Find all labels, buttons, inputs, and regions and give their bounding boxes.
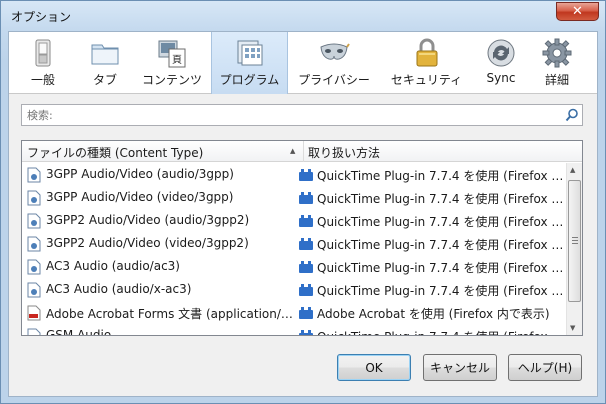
window-title: オプション	[11, 10, 72, 24]
list-item[interactable]: 3GPP Audio/Video (video/3gpp) QuickTime …	[22, 186, 567, 209]
search-input[interactable]	[25, 106, 555, 124]
column-divider[interactable]	[303, 141, 304, 162]
column-header-content-type[interactable]: ファイルの種類 (Content Type)	[27, 144, 203, 161]
content-type-cell: 3GPP Audio/Video (audio/3gpp)	[46, 167, 234, 181]
scrollbar-thumb[interactable]	[568, 180, 581, 302]
privacy-mask-icon	[320, 43, 350, 60]
media-file-icon	[27, 236, 41, 252]
media-file-icon	[27, 167, 41, 183]
media-file-icon	[27, 213, 41, 229]
list-rows: 3GPP Audio/Video (audio/3gpp) QuickTime …	[22, 163, 567, 336]
plugin-icon	[299, 169, 313, 181]
content-type-cell: 3GPP2 Audio/Video (audio/3gpp2)	[46, 213, 250, 227]
help-button[interactable]: ヘルプ(H)	[508, 354, 582, 381]
tab-label: セキュリティ	[390, 73, 463, 87]
svg-text:頁: 頁	[172, 54, 182, 66]
list-item[interactable]: 3GPP2 Audio/Video (video/3gpp2) QuickTim…	[22, 232, 567, 255]
sync-icon	[487, 39, 515, 67]
padlock-icon	[416, 38, 437, 67]
content-type-cell: 3GPP2 Audio/Video (video/3gpp2)	[46, 236, 249, 250]
action-cell: QuickTime Plug-in 7.7.4 を使用 (Firefox 内で表…	[317, 192, 565, 206]
scroll-up-arrow-icon[interactable]: ▲	[570, 166, 575, 174]
vertical-scrollbar[interactable]: ▲ ▼	[566, 163, 582, 335]
tab-privacy[interactable]: プライバシー	[288, 32, 380, 94]
plugin-icon	[299, 284, 313, 296]
tab-content[interactable]: 頁 コンテンツ	[133, 32, 211, 94]
tab-label: プライバシー	[298, 73, 370, 87]
action-cell: Adobe Acrobat を使用 (Firefox 内で表示)	[317, 307, 550, 321]
tab-label: コンテンツ	[141, 73, 202, 87]
column-header-action[interactable]: 取り扱い方法	[308, 144, 380, 161]
pane-toolbar: 一般 タブ 頁 コンテンツ プログラム プライバシー セキュリティ Sync 詳…	[9, 32, 597, 94]
tab-folder-icon	[91, 44, 119, 65]
list-item[interactable]: AC3 Audio (audio/ac3) QuickTime Plug-in …	[22, 255, 567, 278]
list-item[interactable]: 3GPP Audio/Video (audio/3gpp) QuickTime …	[22, 163, 567, 186]
action-cell: QuickTime Plug-in 7.7.4 を使用 (Firefox 内で表…	[317, 169, 565, 183]
title-bar[interactable]: オプション ✕	[1, 1, 605, 31]
list-item[interactable]: Adobe Acrobat Forms 文書 (application/vnd.…	[22, 301, 567, 324]
plugin-icon	[299, 307, 313, 319]
content-type-list[interactable]: ファイルの種類 (Content Type) ▲ 取り扱い方法 3GPP Aud…	[21, 140, 583, 336]
options-dialog: オプション ✕ 一般 タブ 頁 コンテンツ プログラム プライバシー セキュリテ…	[0, 0, 606, 404]
content-icon: 頁	[158, 40, 186, 68]
tab-security[interactable]: セキュリティ	[380, 32, 473, 94]
list-header: ファイルの種類 (Content Type) ▲ 取り扱い方法	[22, 141, 582, 162]
close-button[interactable]: ✕	[556, 2, 599, 21]
ok-button[interactable]: OK	[337, 354, 411, 381]
dialog-body: 一般 タブ 頁 コンテンツ プログラム プライバシー セキュリティ Sync 詳…	[8, 31, 598, 397]
action-cell: QuickTime Plug-in 7.7.4 を使用 (Firefox 内で表…	[317, 215, 565, 229]
action-cell: QuickTime Plug-in 7.7.4 を使用 (Firefox 内で表…	[317, 284, 565, 298]
sort-ascending-icon: ▲	[290, 147, 296, 155]
media-file-icon	[27, 190, 41, 206]
close-icon: ✕	[572, 4, 583, 19]
tab-label: プログラム	[219, 73, 280, 87]
pdf-file-icon	[27, 305, 41, 321]
scroll-down-arrow-icon[interactable]: ▼	[570, 324, 575, 332]
applications-icon	[237, 40, 262, 66]
plugin-icon	[299, 215, 313, 227]
content-type-cell: AC3 Audio (audio/ac3)	[46, 259, 180, 273]
action-cell: QuickTime Plug-in 7.7.4 を使用 (Firefox 内で表…	[317, 261, 565, 275]
list-item[interactable]: AC3 Audio (audio/x-ac3) QuickTime Plug-i…	[22, 278, 567, 301]
tab-label: Sync	[486, 71, 516, 85]
action-cell: QuickTime Plug-in 7.7.4 を使用 (Firefox 内で表…	[317, 328, 565, 335]
tab-general[interactable]: 一般	[9, 32, 77, 94]
action-cell: QuickTime Plug-in 7.7.4 を使用 (Firefox 内で表…	[317, 238, 565, 252]
plugin-icon	[299, 330, 313, 335]
tab-label: 詳細	[544, 73, 569, 87]
content-type-cell: 3GPP Audio/Video (video/3gpp)	[46, 190, 234, 204]
thumb-grip	[572, 243, 578, 244]
gear-icon	[542, 38, 572, 68]
cancel-button[interactable]: キャンセル	[423, 354, 497, 381]
switch-icon	[35, 39, 51, 67]
media-file-icon	[27, 282, 41, 298]
content-type-cell: AC3 Audio (audio/x-ac3)	[46, 282, 192, 296]
search-icon[interactable]	[565, 108, 579, 122]
tab-label: 一般	[30, 73, 55, 87]
thumb-grip	[572, 237, 578, 238]
search-box	[21, 104, 583, 126]
thumb-grip	[572, 240, 578, 241]
plugin-icon	[299, 238, 313, 250]
tab-applications[interactable]: プログラム	[211, 32, 288, 94]
tab-tabs[interactable]: タブ	[77, 32, 133, 94]
list-item[interactable]: 3GPP2 Audio/Video (audio/3gpp2) QuickTim…	[22, 209, 567, 232]
plugin-icon	[299, 261, 313, 273]
list-item[interactable]: GSM Audio QuickTime Plug-in 7.7.4 を使用 (F…	[22, 324, 567, 336]
media-file-icon	[27, 259, 41, 275]
tab-sync[interactable]: Sync	[473, 32, 529, 94]
plugin-icon	[299, 192, 313, 204]
content-type-cell: GSM Audio	[46, 328, 112, 336]
tab-advanced[interactable]: 詳細	[529, 32, 585, 94]
media-file-icon	[27, 328, 41, 335]
content-type-cell: Adobe Acrobat Forms 文書 (application/vnd.…	[46, 307, 294, 321]
tab-label: タブ	[92, 73, 117, 87]
